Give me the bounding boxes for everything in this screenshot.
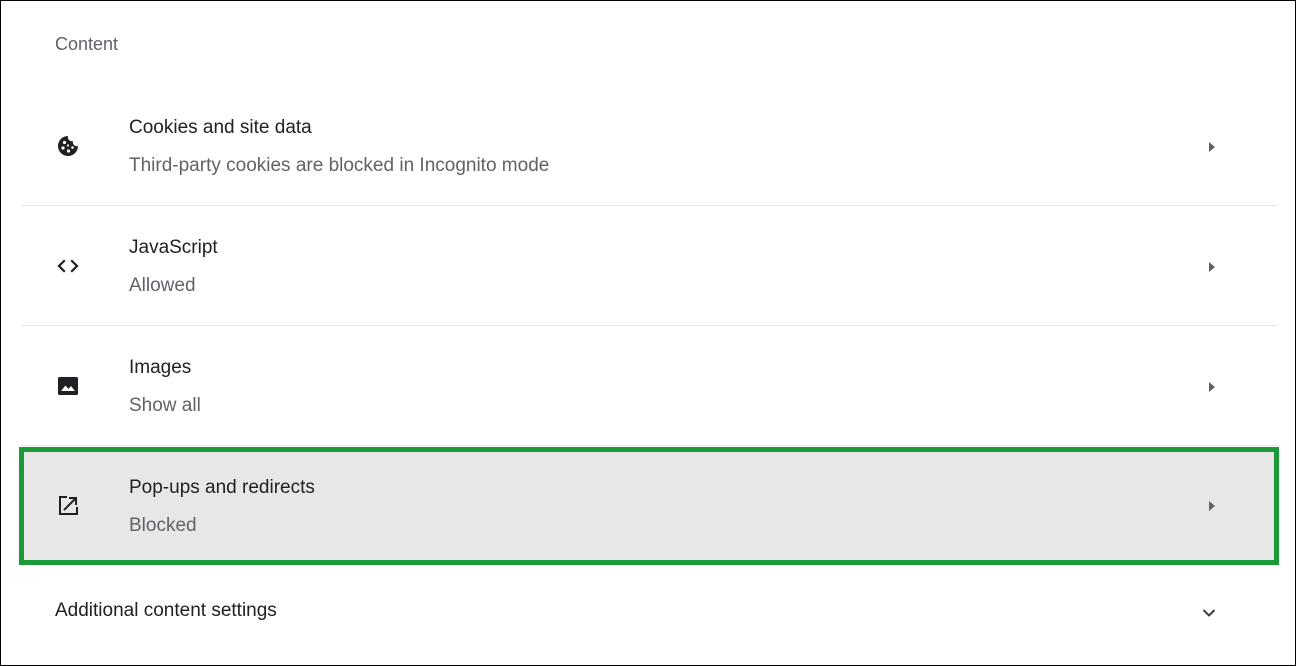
chevron-right-icon	[1209, 501, 1215, 511]
javascript-title: JavaScript	[129, 237, 218, 258]
popups-row[interactable]: Pop-ups and redirects Blocked	[19, 447, 1279, 565]
section-title: Content	[55, 34, 119, 54]
chevron-right-icon	[1209, 382, 1215, 392]
javascript-row[interactable]: JavaScript Allowed	[21, 208, 1277, 326]
code-icon	[54, 252, 82, 280]
image-icon	[54, 372, 82, 400]
chevron-down-icon[interactable]	[1201, 605, 1217, 621]
images-title: Images	[129, 357, 192, 378]
open-in-new-icon	[54, 492, 82, 520]
settings-panel: Content Cookies and site data Third-part…	[0, 0, 1296, 666]
chevron-right-icon	[1209, 142, 1215, 152]
chevron-right-icon	[1209, 262, 1215, 272]
cookies-row[interactable]: Cookies and site data Third-party cookie…	[21, 88, 1277, 206]
cookies-title: Cookies and site data	[129, 117, 312, 138]
javascript-status: Allowed	[129, 275, 196, 296]
images-status: Show all	[129, 395, 201, 416]
popups-status: Blocked	[129, 515, 197, 536]
cookie-icon	[54, 132, 82, 160]
popups-title: Pop-ups and redirects	[129, 477, 315, 498]
additional-content-settings-label: Additional content settings	[55, 600, 277, 621]
images-row[interactable]: Images Show all	[21, 328, 1277, 446]
additional-content-settings[interactable]: Additional content settings	[21, 575, 1277, 649]
cookies-status: Third-party cookies are blocked in Incog…	[129, 155, 550, 176]
